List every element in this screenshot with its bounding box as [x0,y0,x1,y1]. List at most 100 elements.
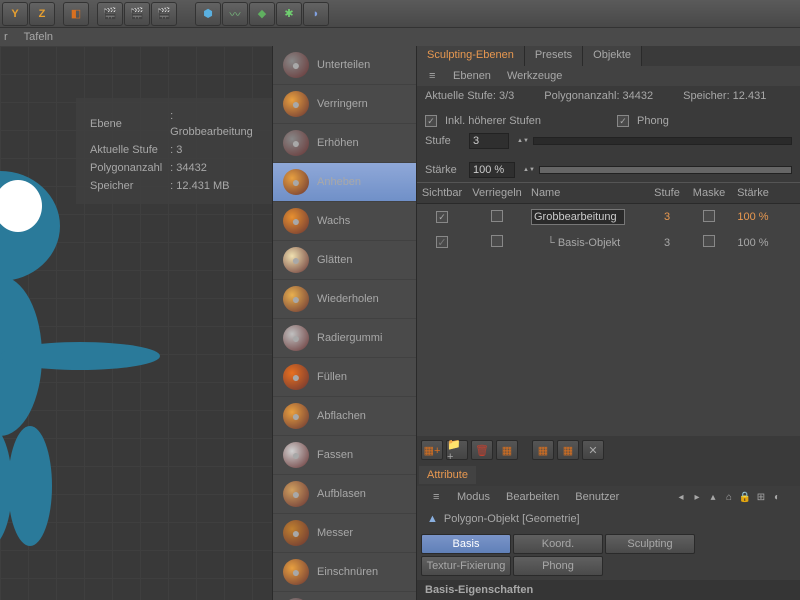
attr-nav-icons: ◂ ▸ ▴ ⌂ 🔒 ⊞ ◐ [674,490,784,504]
inkl-checkbox[interactable]: ✓ [425,115,437,127]
add-folder-button[interactable]: 📁+ [446,440,468,460]
subtabs: ≡ Ebenen Werkzeuge [417,66,800,86]
staerke-spinner[interactable]: ▲▼ [523,168,531,172]
prim1-button[interactable]: ⬢ [195,2,221,26]
tool-icon: ● [283,442,309,468]
more-icon[interactable]: ◐ [770,490,784,504]
layer-name: └ Basis-Objekt [527,237,647,249]
tool-abtragen[interactable]: ●Abtragen [273,592,416,600]
btn-koord[interactable]: Koord. [513,534,603,554]
viewport[interactable]: Ebene: Grobbearbeitung Aktuelle Stufe: 3… [0,46,272,600]
staerke-input[interactable]: 100 % [469,162,515,178]
tool-aufblasen[interactable]: ●Aufblasen [273,475,416,514]
panel-tabs: Sculpting-Ebenen Presets Objekte [417,46,800,66]
attr-bearbeiten[interactable]: Bearbeiten [506,491,559,503]
prim5-button[interactable]: ◗ [303,2,329,26]
layer-btn5[interactable]: ▦ [532,440,554,460]
tool-einschnüren[interactable]: ● Einschnüren [273,553,416,592]
nav-back-icon[interactable]: ◂ [674,490,688,504]
lock-icon[interactable]: 🔒 [738,490,752,504]
attr-benutzer[interactable]: Benutzer [575,491,619,503]
tool-icon: ● [283,247,309,273]
tool-icon: ● [283,130,309,156]
btn-basis[interactable]: Basis [421,534,511,554]
cube-button[interactable]: ◧ [63,2,89,26]
tool-füllen[interactable]: ●Füllen [273,358,416,397]
gear-icon[interactable]: ⊞ [754,490,768,504]
tool-icon: ● [283,559,309,585]
prim4-button[interactable]: ✱ [276,2,302,26]
clapper2-button[interactable]: 🎬 [124,2,150,26]
tool-messer[interactable]: ●Messer [273,514,416,553]
prim2-button[interactable]: 〰 [222,2,248,26]
btn-sculpting[interactable]: Sculpting [605,534,695,554]
prim3-button[interactable]: ◆ [249,2,275,26]
menubar: r Tafeln [0,28,800,46]
phong-checkbox[interactable]: ✓ [617,115,629,127]
tool-abflachen[interactable]: ●Abflachen [273,397,416,436]
layer-row[interactable]: ✓3100 % [417,204,800,230]
axis-y-button[interactable]: Y [2,2,28,26]
layer-btn7[interactable]: ✕ [582,440,604,460]
tab-presets[interactable]: Presets [525,46,583,66]
layer-btn4[interactable]: ▦ [496,440,518,460]
polygon-icon: ▲ [427,513,438,525]
staerke-slider[interactable] [539,166,792,174]
tool-anheben[interactable]: ●Anheben [273,163,416,202]
stufe-input[interactable]: 3 [469,133,509,149]
tool-unterteilen[interactable]: ●Unterteilen [273,46,416,85]
btn-textur[interactable]: Textur-Fixierung [421,556,511,576]
tool-radiergummi[interactable]: ●Radiergummi [273,319,416,358]
stufe-slider[interactable] [533,137,792,145]
layer-list: ✓3100 %✓└ Basis-Objekt3100 % [417,204,800,436]
mask-checkbox[interactable] [703,210,715,222]
tool-glätten[interactable]: ●Glätten [273,241,416,280]
layer-actions: ▦+ 📁+ 🗑 ▦ ▦ ▦ ✕ [417,436,800,464]
add-layer-button[interactable]: ▦+ [421,440,443,460]
character-mesh [0,146,160,546]
nav-fwd-icon[interactable]: ▸ [690,490,704,504]
viewport-info: Ebene: Grobbearbeitung Aktuelle Stufe: 3… [76,98,272,204]
menu-item[interactable]: r [4,31,8,43]
tab-attribute[interactable]: Attribute [419,466,476,484]
tool-label: Fassen [317,449,353,461]
layer-row[interactable]: ✓└ Basis-Objekt3100 % [417,230,800,255]
tool-label: Einschnüren [317,566,378,578]
subtab-ebenen[interactable]: Ebenen [453,70,491,82]
clapper1-button[interactable]: 🎬 [97,2,123,26]
tool-icon: ● [283,325,309,351]
btn-phong[interactable]: Phong [513,556,603,576]
layer-name-input[interactable] [531,209,625,225]
menu-item[interactable]: Tafeln [24,31,53,43]
subtab-werkzeuge[interactable]: Werkzeuge [507,70,562,82]
tool-wiederholen[interactable]: ●Wiederholen [273,280,416,319]
tab-objekte[interactable]: Objekte [583,46,642,66]
stufe-spinner[interactable]: ▲▼ [517,139,525,143]
nav-up-icon[interactable]: ▴ [706,490,720,504]
lock-checkbox[interactable] [491,210,503,222]
tool-label: Wachs [317,215,350,227]
tool-fassen[interactable]: ● Fassen [273,436,416,475]
visible-checkbox[interactable]: ✓ [436,211,448,223]
main-toolbar: Y Z ◧ 🎬 🎬 🎬 ⬢ 〰 ◆ ✱ ◗ [0,0,800,28]
tool-icon: ● [283,91,309,117]
status-bar: Aktuelle Stufe: 3/3 Polygonanzahl: 34432… [417,86,800,106]
tool-wachs[interactable]: ●Wachs [273,202,416,241]
tab-sculpting-ebenen[interactable]: Sculpting-Ebenen [417,46,525,66]
tool-icon: ● [283,364,309,390]
section-basis: Basis-Eigenschaften [417,580,800,600]
lock-checkbox[interactable] [491,235,503,247]
clapper3-button[interactable]: 🎬 [151,2,177,26]
attr-modus[interactable]: Modus [457,491,490,503]
tool-label: Erhöhen [317,137,359,149]
tool-icon: ● [283,52,309,78]
layer-btn6[interactable]: ▦ [557,440,579,460]
params: ✓ Inkl. höherer Stufen ✓ Phong Stufe 3 ▲… [417,106,800,158]
delete-layer-button[interactable]: 🗑 [471,440,493,460]
mask-checkbox[interactable] [703,235,715,247]
visible-checkbox[interactable]: ✓ [436,236,448,248]
tool-verringern[interactable]: ●Verringern [273,85,416,124]
nav-home-icon[interactable]: ⌂ [722,490,736,504]
axis-z-button[interactable]: Z [29,2,55,26]
tool-erhöhen[interactable]: ● Erhöhen [273,124,416,163]
